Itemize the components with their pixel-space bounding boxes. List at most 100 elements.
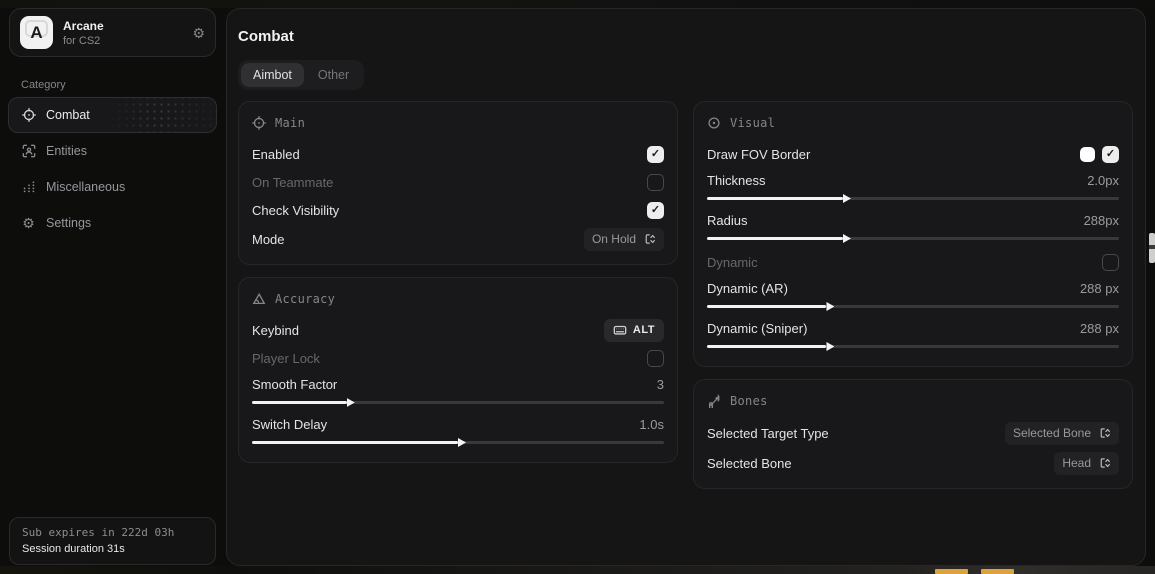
row-label: Selected Target Type bbox=[707, 426, 829, 441]
slider-value: 288px bbox=[1084, 213, 1119, 228]
slider-row: Smooth Factor 3 bbox=[252, 372, 664, 412]
slider-value: 3 bbox=[657, 377, 664, 392]
tab-bar: AimbotOther bbox=[238, 60, 364, 90]
bone-icon bbox=[707, 394, 721, 408]
category-nav: Combat Entities Miscellaneous ⚙ Settings bbox=[8, 97, 217, 241]
select-dropdown[interactable]: Head bbox=[1054, 452, 1119, 475]
row-label: Thickness bbox=[707, 173, 766, 188]
row-label: Draw FOV Border bbox=[707, 147, 810, 162]
background-yellow-sliver bbox=[935, 569, 968, 574]
slider-value: 288 px bbox=[1080, 281, 1119, 296]
card-title: Visual bbox=[730, 116, 775, 130]
row-label: Player Lock bbox=[252, 351, 320, 366]
slider-thumb[interactable] bbox=[843, 194, 851, 203]
slider-track[interactable] bbox=[707, 305, 1119, 308]
category-label: Category bbox=[21, 79, 66, 91]
app-logo-letter: A bbox=[30, 23, 42, 43]
toggle-row: Dynamic bbox=[707, 248, 1119, 276]
crosshair-icon bbox=[21, 108, 36, 123]
card-header: Main bbox=[252, 114, 664, 132]
row-label: Dynamic bbox=[707, 255, 758, 270]
keybind-value: ALT bbox=[633, 324, 655, 336]
slider-thumb[interactable] bbox=[826, 302, 834, 311]
select-dropdown[interactable]: On Hold bbox=[584, 228, 664, 251]
checkbox[interactable]: ✓ bbox=[647, 146, 664, 163]
slider-fill bbox=[252, 401, 347, 404]
sidebar-item-label: Miscellaneous bbox=[46, 180, 125, 194]
keyboard-icon bbox=[613, 323, 627, 337]
slider-track[interactable] bbox=[252, 441, 664, 444]
sidebar-item-label: Entities bbox=[46, 144, 87, 158]
settings-gear-icon[interactable]: ⚙ bbox=[192, 26, 205, 40]
sidebar-item-label: Settings bbox=[46, 216, 91, 230]
slider-track[interactable] bbox=[707, 237, 1119, 240]
slider-row: Dynamic (Sniper)288 px bbox=[707, 316, 1119, 356]
row-label: Smooth Factor bbox=[252, 377, 337, 392]
slider-thumb[interactable] bbox=[347, 398, 355, 407]
slider-value: 1.0s bbox=[639, 417, 664, 432]
row-label: Keybind bbox=[252, 323, 299, 338]
app-meta: Arcane for CS2 bbox=[63, 19, 192, 47]
background-edge-artifact bbox=[1149, 233, 1155, 263]
slider-fill bbox=[707, 345, 826, 348]
row-label: Selected Bone bbox=[707, 456, 792, 471]
tab-aimbot[interactable]: Aimbot bbox=[241, 63, 304, 87]
slider-thumb[interactable] bbox=[458, 438, 466, 447]
checkbox[interactable]: ✓ bbox=[1102, 146, 1119, 163]
slider-fill bbox=[707, 237, 843, 240]
row-label: Radius bbox=[707, 213, 747, 228]
color-toggle-row: Draw FOV Border ✓ bbox=[707, 140, 1119, 168]
slider-track[interactable] bbox=[707, 345, 1119, 348]
card-title: Main bbox=[275, 116, 305, 130]
slider-thumb[interactable] bbox=[843, 234, 851, 243]
app-logo: A bbox=[20, 16, 53, 49]
main-panel: Combat AimbotOther MainEnabled✓On Teamma… bbox=[226, 8, 1146, 566]
checkbox[interactable] bbox=[647, 350, 664, 367]
card-title: Accuracy bbox=[275, 292, 335, 306]
row-label: Check Visibility bbox=[252, 203, 339, 218]
sidebar-item-entities[interactable]: Entities bbox=[8, 133, 217, 169]
toggle-row: Check Visibility ✓ bbox=[252, 196, 664, 224]
background-sliver-top bbox=[0, 0, 1155, 8]
slider-row: Radius 288px bbox=[707, 208, 1119, 248]
toggle-row: On Teammate bbox=[252, 168, 664, 196]
checkbox[interactable] bbox=[647, 174, 664, 191]
row-label: Switch Delay bbox=[252, 417, 327, 432]
toggle-row: Player Lock bbox=[252, 344, 664, 372]
sidebar-item-miscellaneous[interactable]: Miscellaneous bbox=[8, 169, 217, 205]
row-label: Dynamic (Sniper) bbox=[707, 321, 807, 336]
select-updown-icon bbox=[1099, 427, 1111, 439]
slider-thumb[interactable] bbox=[826, 342, 834, 351]
slider-track[interactable] bbox=[252, 401, 664, 404]
sub-expires-text: Sub expires in 222d 03h bbox=[22, 526, 203, 539]
card-bones: BonesSelected Target TypeSelected BoneSe… bbox=[693, 379, 1133, 489]
sidebar: A Arcane for CS2 ⚙ Category Combat Entiti… bbox=[8, 8, 217, 566]
card-header: Visual bbox=[707, 114, 1119, 132]
cards-column-right: VisualDraw FOV Border✓Thickness2.0pxRadi… bbox=[693, 101, 1133, 489]
slider-fill bbox=[252, 441, 458, 444]
row-label: Mode bbox=[252, 232, 285, 247]
select-value: Head bbox=[1062, 456, 1091, 470]
color-swatch[interactable] bbox=[1080, 147, 1095, 162]
select-updown-icon bbox=[644, 233, 656, 245]
misc-grid-icon bbox=[21, 180, 36, 195]
card-main: MainEnabled✓On TeammateCheck Visibility✓… bbox=[238, 101, 678, 265]
cards-column-left: MainEnabled✓On TeammateCheck Visibility✓… bbox=[238, 101, 678, 463]
checkbox[interactable]: ✓ bbox=[647, 202, 664, 219]
select-dropdown[interactable]: Selected Bone bbox=[1005, 422, 1119, 445]
sidebar-item-settings[interactable]: ⚙ Settings bbox=[8, 205, 217, 241]
slider-track[interactable] bbox=[707, 197, 1119, 200]
select-value: On Hold bbox=[592, 232, 636, 246]
row-label: On Teammate bbox=[252, 175, 333, 190]
keybind-button[interactable]: ALT bbox=[604, 319, 664, 342]
gear-icon: ⚙ bbox=[21, 216, 36, 231]
keybind-row: Keybind ALT bbox=[252, 316, 664, 344]
sidebar-item-combat[interactable]: Combat bbox=[8, 97, 217, 133]
app-name: Arcane bbox=[63, 19, 192, 33]
tab-other[interactable]: Other bbox=[306, 63, 361, 87]
circle-dot-icon bbox=[707, 116, 721, 130]
checkbox[interactable] bbox=[1102, 254, 1119, 271]
slider-row: Thickness2.0px bbox=[707, 168, 1119, 208]
card-visual: VisualDraw FOV Border✓Thickness2.0pxRadi… bbox=[693, 101, 1133, 367]
page-title: Combat bbox=[238, 28, 294, 45]
